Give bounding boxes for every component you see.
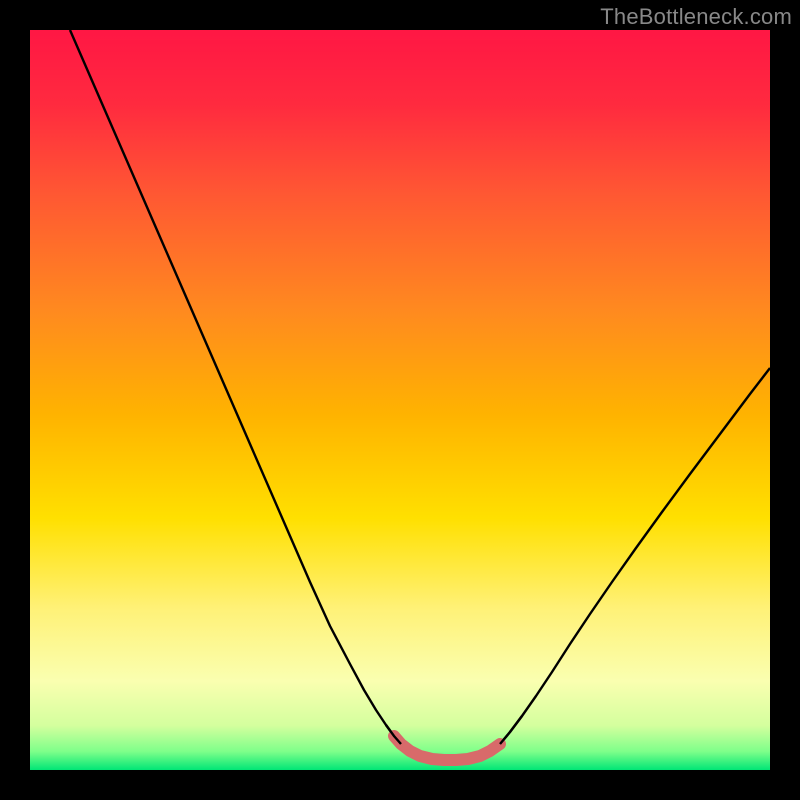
chart-frame: TheBottleneck.com — [0, 0, 800, 800]
plot-area — [30, 30, 770, 770]
gradient-background — [30, 30, 770, 770]
bottleneck-curve-chart — [30, 30, 770, 770]
watermark-text: TheBottleneck.com — [600, 4, 792, 30]
